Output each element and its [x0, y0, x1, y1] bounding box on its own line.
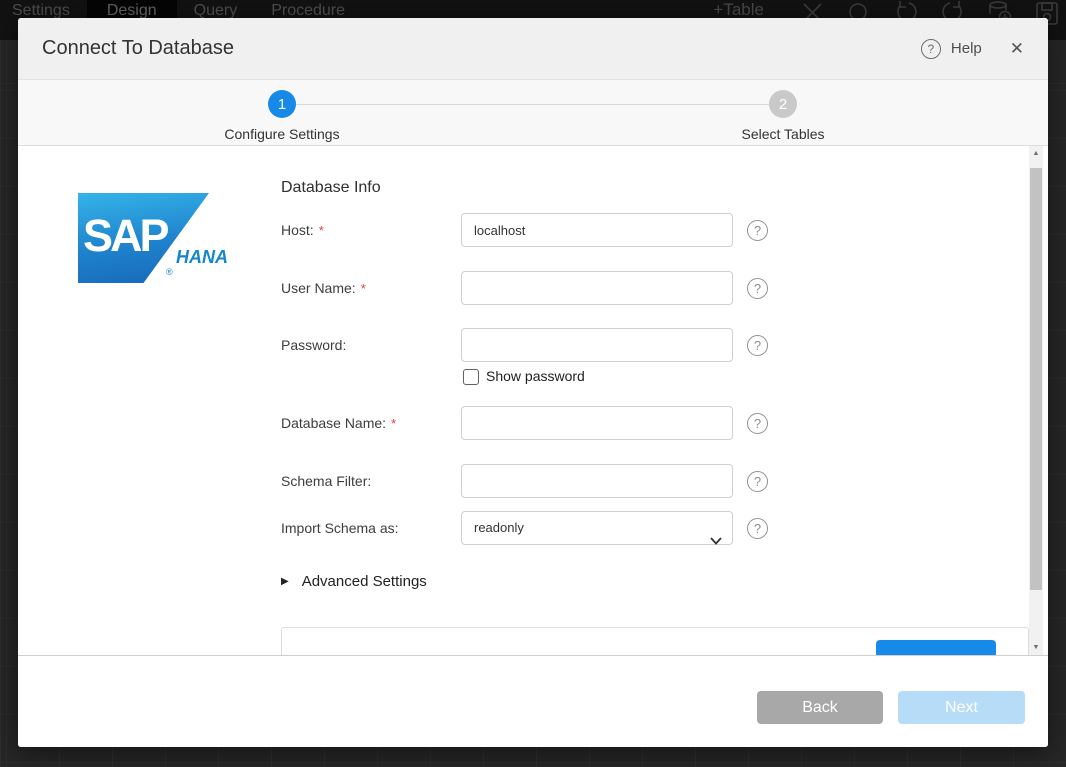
stepper-connector-line — [296, 104, 769, 105]
step-1-circle: 1 — [268, 90, 296, 118]
database-name-help-icon[interactable]: ? — [747, 413, 768, 434]
advanced-settings-label: Advanced Settings — [302, 573, 427, 590]
sap-logo-text: SAP — [83, 213, 167, 258]
back-button[interactable]: Back — [757, 691, 883, 724]
sap-hana-logo: SAP ® HANA — [78, 191, 248, 286]
next-button[interactable]: Next — [898, 691, 1025, 724]
connect-to-database-dialog: Connect To Database ? Help ✕ 1 2 Configu… — [18, 18, 1048, 747]
database-name-label: Database Name:* — [281, 415, 396, 431]
close-dialog-icon[interactable]: ✕ — [1010, 39, 1024, 59]
required-marker: * — [391, 416, 396, 431]
import-schema-selected-value: readonly — [474, 520, 524, 535]
content-scrollbar[interactable]: ▲ ▼ — [1029, 146, 1043, 655]
database-name-input[interactable] — [461, 406, 733, 440]
password-help-icon[interactable]: ? — [747, 335, 768, 356]
advanced-settings-toggle[interactable]: ▶ Advanced Settings — [281, 573, 427, 590]
scrollbar-thumb[interactable] — [1030, 168, 1042, 590]
step-1-label: Configure Settings — [182, 126, 382, 142]
username-help-icon[interactable]: ? — [747, 278, 768, 299]
registered-trademark-symbol: ® — [166, 267, 173, 277]
schema-filter-input[interactable] — [461, 464, 733, 498]
host-input[interactable] — [461, 213, 733, 247]
dialog-header: Connect To Database ? Help ✕ — [18, 18, 1048, 80]
show-password-label: Show password — [486, 368, 585, 384]
help-icon[interactable]: ? — [921, 39, 941, 59]
scroll-up-arrow[interactable]: ▲ — [1029, 150, 1043, 157]
import-schema-help-icon[interactable]: ? — [747, 518, 768, 539]
import-schema-label: Import Schema as: — [281, 520, 399, 536]
test-connection-panel: Test Connection — [281, 627, 1029, 655]
chevron-down-icon — [710, 525, 722, 557]
username-input[interactable] — [461, 271, 733, 305]
host-label: Host:* — [281, 222, 324, 238]
schema-filter-help-icon[interactable]: ? — [747, 471, 768, 492]
show-password-checkbox[interactable] — [463, 369, 479, 385]
required-marker: * — [319, 223, 324, 238]
dialog-footer: Back Next — [18, 655, 1048, 747]
hana-logo-text: HANA — [176, 247, 228, 268]
username-label: User Name:* — [281, 280, 366, 296]
host-help-icon[interactable]: ? — [747, 220, 768, 241]
dialog-content: SAP ® HANA Database Info Host:* ? User N… — [18, 146, 1048, 655]
test-connection-button[interactable]: Test Connection — [876, 640, 996, 655]
import-schema-select[interactable]: readonly — [461, 511, 733, 545]
help-button[interactable]: Help — [951, 40, 982, 57]
wizard-stepper: 1 2 Configure Settings Select Tables — [18, 80, 1048, 146]
scroll-down-arrow[interactable]: ▼ — [1029, 644, 1043, 651]
add-table-button[interactable]: +Table — [713, 0, 764, 20]
step-2-label: Select Tables — [683, 126, 883, 142]
password-label: Password: — [281, 337, 346, 353]
required-marker: * — [361, 281, 366, 296]
password-input[interactable] — [461, 328, 733, 362]
schema-filter-label: Schema Filter: — [281, 473, 371, 489]
expand-triangle-icon: ▶ — [281, 576, 289, 587]
section-title-database-info: Database Info — [281, 179, 381, 197]
dialog-title: Connect To Database — [42, 37, 234, 60]
step-2-circle: 2 — [769, 90, 797, 118]
